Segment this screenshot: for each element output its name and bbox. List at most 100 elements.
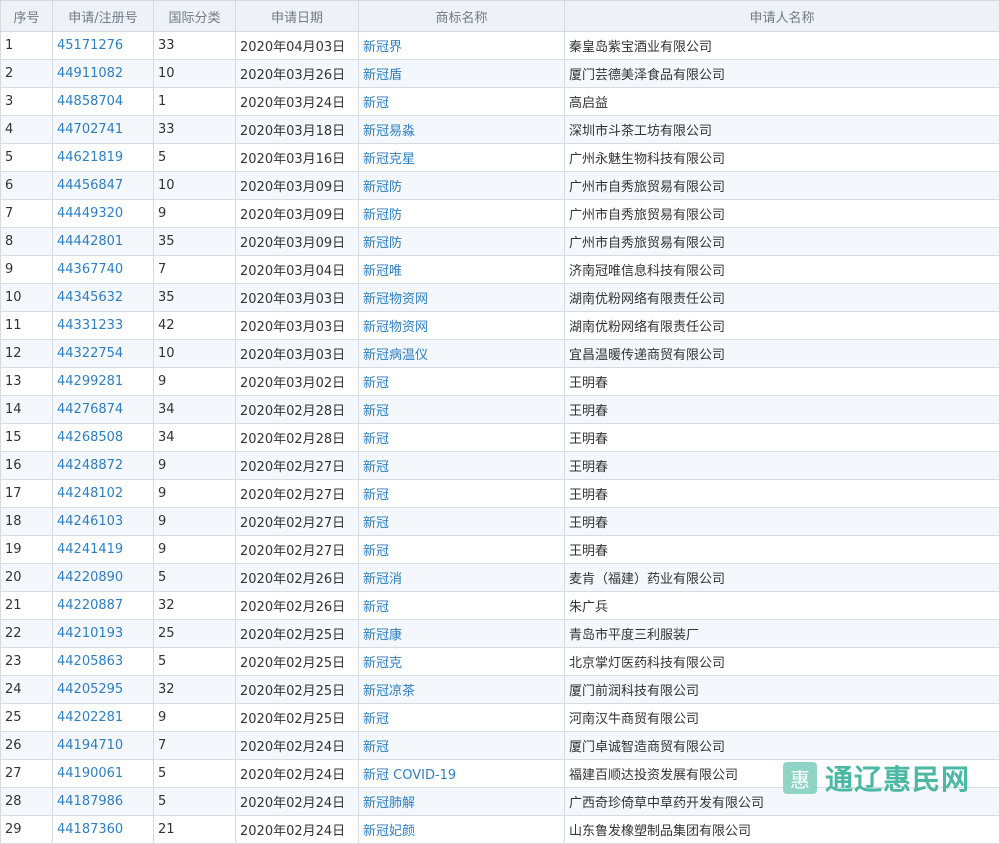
cell-trademark-name[interactable]: 新冠易淼 bbox=[359, 116, 565, 144]
cell-trademark-name[interactable]: 新冠克星 bbox=[359, 144, 565, 172]
cell-date: 2020年02月27日 bbox=[236, 508, 359, 536]
cell-applicant: 湖南优粉网络有限责任公司 bbox=[565, 284, 999, 312]
cell-date: 2020年03月24日 bbox=[236, 88, 359, 116]
cell-class: 10 bbox=[154, 172, 236, 200]
header-reg-number[interactable]: 申请/注册号 bbox=[53, 1, 154, 32]
cell-serial: 28 bbox=[1, 788, 53, 816]
cell-reg-number[interactable]: 44246103 bbox=[53, 508, 154, 536]
cell-applicant: 麦肯（福建）药业有限公司 bbox=[565, 564, 999, 592]
cell-trademark-name[interactable]: 新冠 bbox=[359, 368, 565, 396]
cell-date: 2020年03月18日 bbox=[236, 116, 359, 144]
cell-reg-number[interactable]: 44194710 bbox=[53, 732, 154, 760]
cell-reg-number[interactable]: 44268508 bbox=[53, 424, 154, 452]
cell-date: 2020年02月26日 bbox=[236, 592, 359, 620]
table-row: 264419471072020年02月24日新冠厦门卓诚智造商贸有限公司 bbox=[1, 732, 999, 760]
cell-reg-number[interactable]: 44322754 bbox=[53, 340, 154, 368]
cell-reg-number[interactable]: 44442801 bbox=[53, 228, 154, 256]
cell-reg-number[interactable]: 44220887 bbox=[53, 592, 154, 620]
cell-trademark-name[interactable]: 新冠唯 bbox=[359, 256, 565, 284]
cell-serial: 12 bbox=[1, 340, 53, 368]
cell-trademark-name[interactable]: 新冠 bbox=[359, 424, 565, 452]
cell-reg-number[interactable]: 44911082 bbox=[53, 60, 154, 88]
cell-reg-number[interactable]: 45171276 bbox=[53, 32, 154, 60]
cell-date: 2020年03月03日 bbox=[236, 312, 359, 340]
cell-trademark-name[interactable]: 新冠 bbox=[359, 592, 565, 620]
table-row: 1044345632352020年03月03日新冠物资网湖南优粉网络有限责任公司 bbox=[1, 284, 999, 312]
cell-class: 5 bbox=[154, 648, 236, 676]
table-row: 164424887292020年02月27日新冠王明春 bbox=[1, 452, 999, 480]
cell-date: 2020年03月04日 bbox=[236, 256, 359, 284]
cell-reg-number[interactable]: 44248872 bbox=[53, 452, 154, 480]
cell-applicant: 济南冠唯信息科技有限公司 bbox=[565, 256, 999, 284]
cell-reg-number[interactable]: 44187986 bbox=[53, 788, 154, 816]
header-trademark-name[interactable]: 商标名称 bbox=[359, 1, 565, 32]
cell-reg-number[interactable]: 44210193 bbox=[53, 620, 154, 648]
cell-reg-number[interactable]: 44702741 bbox=[53, 116, 154, 144]
table-row: 34485870412020年03月24日新冠高启益 bbox=[1, 88, 999, 116]
cell-class: 1 bbox=[154, 88, 236, 116]
cell-trademark-name[interactable]: 新冠 bbox=[359, 480, 565, 508]
cell-class: 9 bbox=[154, 452, 236, 480]
cell-reg-number[interactable]: 44331233 bbox=[53, 312, 154, 340]
cell-trademark-name[interactable]: 新冠盾 bbox=[359, 60, 565, 88]
cell-serial: 13 bbox=[1, 368, 53, 396]
cell-class: 32 bbox=[154, 676, 236, 704]
cell-reg-number[interactable]: 44367740 bbox=[53, 256, 154, 284]
cell-reg-number[interactable]: 44621819 bbox=[53, 144, 154, 172]
cell-trademark-name[interactable]: 新冠消 bbox=[359, 564, 565, 592]
cell-trademark-name[interactable]: 新冠肺解 bbox=[359, 788, 565, 816]
header-date[interactable]: 申请日期 bbox=[236, 1, 359, 32]
cell-serial: 3 bbox=[1, 88, 53, 116]
cell-reg-number[interactable]: 44276874 bbox=[53, 396, 154, 424]
cell-trademark-name[interactable]: 新冠康 bbox=[359, 620, 565, 648]
table-row: 244911082102020年03月26日新冠盾厦门芸德美泽食品有限公司 bbox=[1, 60, 999, 88]
cell-date: 2020年03月16日 bbox=[236, 144, 359, 172]
cell-trademark-name[interactable]: 新冠 bbox=[359, 88, 565, 116]
cell-trademark-name[interactable]: 新冠物资网 bbox=[359, 284, 565, 312]
cell-reg-number[interactable]: 44299281 bbox=[53, 368, 154, 396]
cell-trademark-name[interactable]: 新冠 bbox=[359, 508, 565, 536]
cell-trademark-name[interactable]: 新冠 bbox=[359, 704, 565, 732]
header-class[interactable]: 国际分类 bbox=[154, 1, 236, 32]
cell-reg-number[interactable]: 44456847 bbox=[53, 172, 154, 200]
table-row: 1244322754102020年03月03日新冠病温仪宜昌温暖传递商贸有限公司 bbox=[1, 340, 999, 368]
cell-reg-number[interactable]: 44449320 bbox=[53, 200, 154, 228]
cell-trademark-name[interactable]: 新冠凉茶 bbox=[359, 676, 565, 704]
cell-reg-number[interactable]: 44248102 bbox=[53, 480, 154, 508]
cell-trademark-name[interactable]: 新冠克 bbox=[359, 648, 565, 676]
cell-applicant: 王明春 bbox=[565, 536, 999, 564]
cell-class: 25 bbox=[154, 620, 236, 648]
cell-serial: 25 bbox=[1, 704, 53, 732]
header-applicant[interactable]: 申请人名称 bbox=[565, 1, 999, 32]
cell-trademark-name[interactable]: 新冠病温仪 bbox=[359, 340, 565, 368]
cell-trademark-name[interactable]: 新冠 COVID-19 bbox=[359, 760, 565, 788]
cell-trademark-name[interactable]: 新冠防 bbox=[359, 172, 565, 200]
cell-applicant: 厦门前润科技有限公司 bbox=[565, 676, 999, 704]
cell-trademark-name[interactable]: 新冠 bbox=[359, 396, 565, 424]
cell-applicant: 厦门芸德美泽食品有限公司 bbox=[565, 60, 999, 88]
cell-reg-number[interactable]: 44187360 bbox=[53, 816, 154, 844]
cell-applicant: 王明春 bbox=[565, 368, 999, 396]
cell-reg-number[interactable]: 44220890 bbox=[53, 564, 154, 592]
cell-trademark-name[interactable]: 新冠 bbox=[359, 536, 565, 564]
cell-trademark-name[interactable]: 新冠 bbox=[359, 452, 565, 480]
cell-reg-number[interactable]: 44345632 bbox=[53, 284, 154, 312]
cell-trademark-name[interactable]: 新冠防 bbox=[359, 200, 565, 228]
cell-trademark-name[interactable]: 新冠 bbox=[359, 732, 565, 760]
cell-serial: 23 bbox=[1, 648, 53, 676]
cell-reg-number[interactable]: 44190061 bbox=[53, 760, 154, 788]
cell-reg-number[interactable]: 44205295 bbox=[53, 676, 154, 704]
cell-reg-number[interactable]: 44202281 bbox=[53, 704, 154, 732]
cell-reg-number[interactable]: 44205863 bbox=[53, 648, 154, 676]
cell-trademark-name[interactable]: 新冠妃颜 bbox=[359, 816, 565, 844]
cell-class: 34 bbox=[154, 396, 236, 424]
cell-trademark-name[interactable]: 新冠物资网 bbox=[359, 312, 565, 340]
cell-date: 2020年02月25日 bbox=[236, 704, 359, 732]
cell-reg-number[interactable]: 44241419 bbox=[53, 536, 154, 564]
table-row: 1544268508342020年02月28日新冠王明春 bbox=[1, 424, 999, 452]
header-serial[interactable]: 序号 bbox=[1, 1, 53, 32]
cell-date: 2020年02月24日 bbox=[236, 788, 359, 816]
cell-trademark-name[interactable]: 新冠防 bbox=[359, 228, 565, 256]
cell-reg-number[interactable]: 44858704 bbox=[53, 88, 154, 116]
cell-trademark-name[interactable]: 新冠界 bbox=[359, 32, 565, 60]
